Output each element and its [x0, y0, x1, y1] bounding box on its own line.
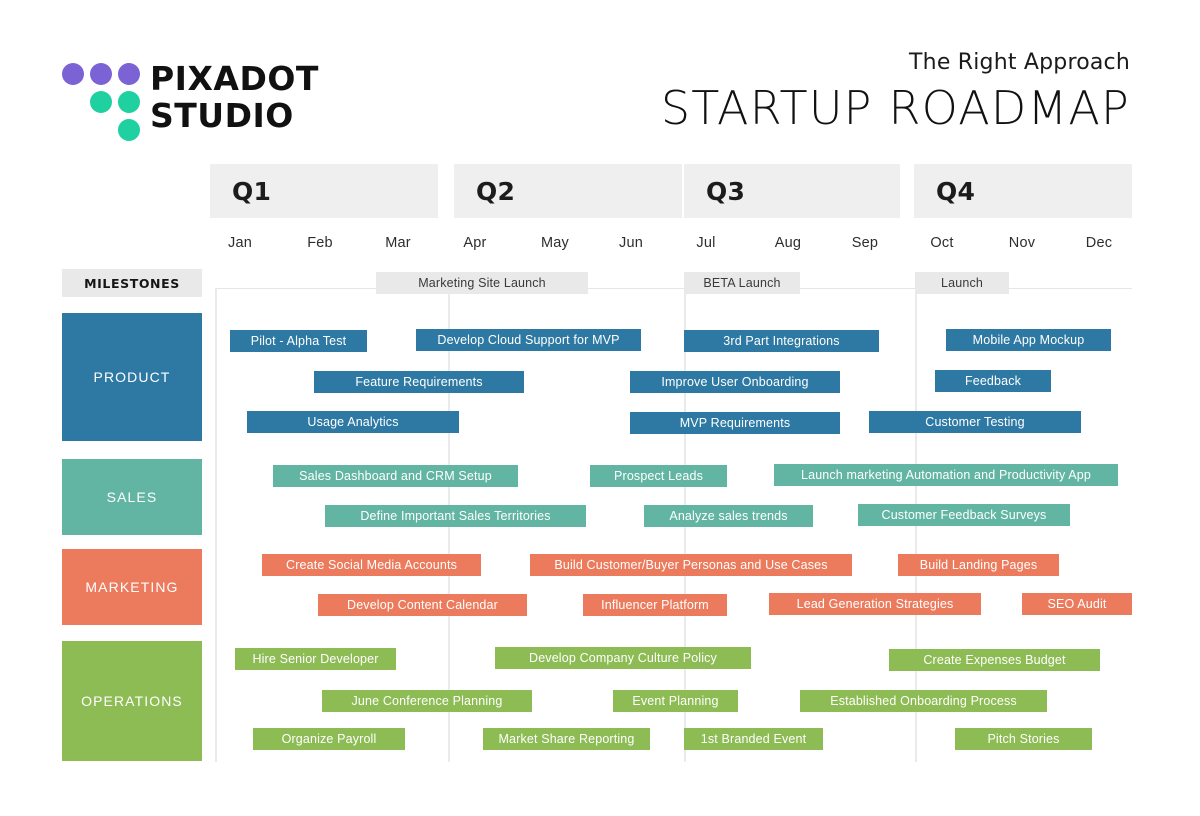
task-bar-product[interactable]: Feature Requirements: [314, 371, 524, 393]
month-label-dec: Dec: [1085, 235, 1113, 251]
task-bar-marketing[interactable]: Influencer Platform: [583, 594, 727, 616]
task-bar-operations[interactable]: Pitch Stories: [955, 728, 1092, 750]
task-bar-sales[interactable]: Prospect Leads: [590, 465, 727, 487]
task-bar-sales[interactable]: Sales Dashboard and CRM Setup: [273, 465, 518, 487]
task-bar-operations[interactable]: Develop Company Culture Policy: [495, 647, 751, 669]
quarter-label: Q1: [232, 176, 272, 206]
task-bar-marketing[interactable]: SEO Audit: [1022, 593, 1132, 615]
task-bar-operations[interactable]: Market Share Reporting: [483, 728, 650, 750]
quarter-header-q2: Q2: [454, 164, 682, 218]
milestones-row-label: MILESTONES: [62, 269, 202, 297]
category-block-product[interactable]: PRODUCT: [62, 313, 202, 441]
task-bar-sales[interactable]: Launch marketing Automation and Producti…: [774, 464, 1118, 486]
task-bar-product[interactable]: MVP Requirements: [630, 412, 840, 434]
month-label-may: May: [541, 235, 569, 251]
month-label-oct: Oct: [930, 235, 954, 251]
quarter-label: Q3: [706, 176, 746, 206]
task-bar-sales[interactable]: Analyze sales trends: [644, 505, 813, 527]
task-bar-product[interactable]: Feedback: [935, 370, 1051, 392]
milestones-label-text: MILESTONES: [84, 275, 180, 291]
task-bar-marketing[interactable]: Lead Generation Strategies: [769, 593, 981, 615]
roadmap-timeline: Q1 Q2 Q3 Q4 Jan Feb Mar Apr May Jun Jul Aug Sep Oct N…: [0, 0, 1200, 816]
month-label-jan: Jan: [228, 235, 252, 251]
task-bar-product[interactable]: 3rd Part Integrations: [684, 330, 879, 352]
task-bar-operations[interactable]: Create Expenses Budget: [889, 649, 1100, 671]
month-label-jul: Jul: [696, 235, 716, 251]
category-block-operations[interactable]: OPERATIONS: [62, 641, 202, 761]
task-bar-operations[interactable]: June Conference Planning: [322, 690, 532, 712]
month-label-feb: Feb: [307, 235, 333, 251]
quarter-header-q1: Q1: [210, 164, 438, 218]
task-bar-product[interactable]: Develop Cloud Support for MVP: [416, 329, 641, 351]
task-bar-product[interactable]: Pilot - Alpha Test: [230, 330, 367, 352]
task-bar-sales[interactable]: Customer Feedback Surveys: [858, 504, 1070, 526]
month-label-mar: Mar: [385, 235, 411, 251]
task-bar-marketing[interactable]: Build Landing Pages: [898, 554, 1059, 576]
month-label-jun: Jun: [619, 235, 643, 251]
task-bar-operations[interactable]: Established Onboarding Process: [800, 690, 1047, 712]
quarter-header-q4: Q4: [914, 164, 1132, 218]
milestone-pill[interactable]: Launch: [915, 272, 1009, 294]
category-label: SALES: [106, 489, 158, 505]
category-block-sales[interactable]: SALES: [62, 459, 202, 535]
task-bar-product[interactable]: Usage Analytics: [247, 411, 459, 433]
task-bar-sales[interactable]: Define Important Sales Territories: [325, 505, 586, 527]
task-bar-operations[interactable]: Event Planning: [613, 690, 738, 712]
task-bar-marketing[interactable]: Build Customer/Buyer Personas and Use Ca…: [530, 554, 852, 576]
quarter-label: Q4: [936, 176, 976, 206]
month-label-nov: Nov: [1008, 235, 1036, 251]
category-block-marketing[interactable]: MARKETING: [62, 549, 202, 625]
quarter-header-q3: Q3: [684, 164, 900, 218]
task-bar-operations[interactable]: Hire Senior Developer: [235, 648, 396, 670]
month-label-sep: Sep: [851, 235, 879, 251]
category-label: OPERATIONS: [81, 693, 183, 709]
task-bar-product[interactable]: Mobile App Mockup: [946, 329, 1111, 351]
category-label: PRODUCT: [93, 369, 171, 385]
category-label: MARKETING: [85, 579, 179, 595]
month-label-apr: Apr: [463, 235, 487, 251]
milestone-pill[interactable]: BETA Launch: [684, 272, 800, 294]
grid-line-1: [215, 288, 217, 762]
task-bar-operations[interactable]: Organize Payroll: [253, 728, 405, 750]
task-bar-marketing[interactable]: Create Social Media Accounts: [262, 554, 481, 576]
task-bar-product[interactable]: Improve User Onboarding: [630, 371, 840, 393]
milestone-pill[interactable]: Marketing Site Launch: [376, 272, 588, 294]
task-bar-product[interactable]: Customer Testing: [869, 411, 1081, 433]
quarter-label: Q2: [476, 176, 516, 206]
month-label-aug: Aug: [774, 235, 802, 251]
task-bar-marketing[interactable]: Develop Content Calendar: [318, 594, 527, 616]
task-bar-operations[interactable]: 1st Branded Event: [684, 728, 823, 750]
